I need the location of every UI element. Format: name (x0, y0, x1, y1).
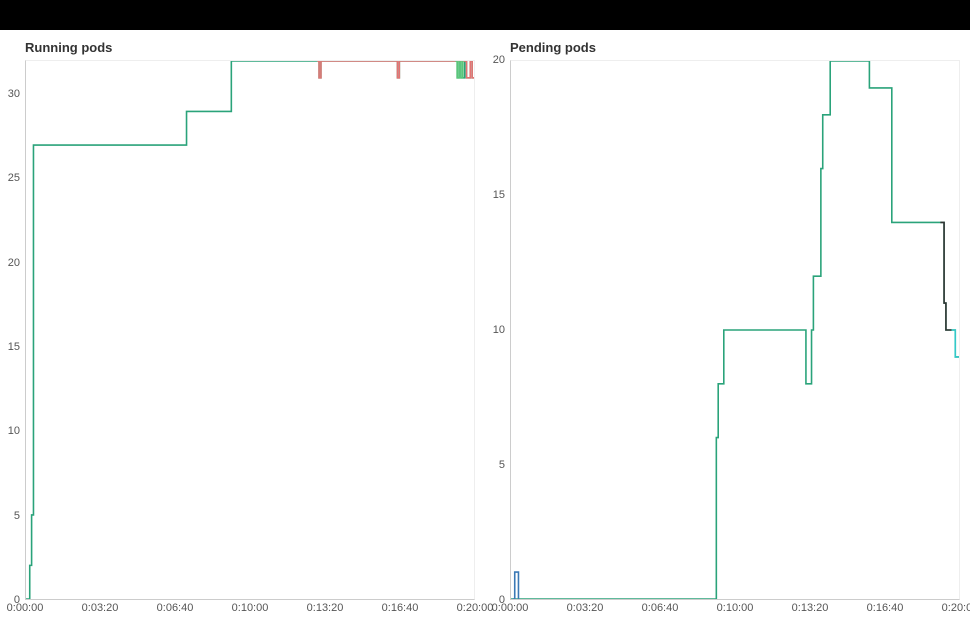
y-tick-label: 30 (0, 88, 20, 100)
x-tick-label: 0:06:40 (157, 602, 194, 614)
x-tick-label: 0:03:20 (567, 602, 604, 614)
charts-container: Running pods 051015202530 0:00:000:03:20… (0, 30, 970, 630)
x-tick-label: 0:00:00 (7, 602, 44, 614)
y-tick-label: 20 (485, 54, 505, 66)
series-line (513, 572, 519, 599)
series-line (317, 61, 474, 78)
y-tick-label: 15 (485, 189, 505, 201)
series-line (26, 61, 474, 599)
y-tick-label: 10 (0, 425, 20, 437)
x-tick-label: 0:06:40 (642, 602, 679, 614)
x-tick-label: 0:13:20 (307, 602, 344, 614)
y-axis-labels: 051015202530 (0, 60, 22, 600)
y-tick-label: 10 (485, 324, 505, 336)
chart-running-pods: Running pods 051015202530 0:00:000:03:20… (0, 30, 485, 630)
y-tick-label: 25 (0, 172, 20, 184)
y-axis-labels: 05101520 (485, 60, 507, 600)
series-line (455, 61, 462, 78)
x-tick-label: 0:00:00 (492, 602, 529, 614)
chart-title: Pending pods (510, 40, 596, 55)
x-tick-label: 0:16:40 (382, 602, 419, 614)
y-tick-label: 5 (0, 510, 20, 522)
y-tick-label: 5 (485, 459, 505, 471)
series-line (952, 330, 959, 357)
y-tick-label: 20 (0, 257, 20, 269)
chart-pending-pods: Pending pods 05101520 0:00:000:03:200:06… (485, 30, 970, 630)
plot-area (25, 60, 475, 600)
plot-svg (511, 61, 959, 599)
x-axis-labels: 0:00:000:03:200:06:400:10:000:13:200:16:… (510, 602, 960, 622)
x-tick-label: 0:13:20 (792, 602, 829, 614)
series-line (511, 61, 959, 599)
y-tick-label: 15 (0, 341, 20, 353)
x-tick-label: 0:03:20 (82, 602, 119, 614)
x-tick-label: 0:20:00 (942, 602, 970, 614)
chart-title: Running pods (25, 40, 112, 55)
x-tick-label: 0:10:00 (232, 602, 269, 614)
x-tick-label: 0:10:00 (717, 602, 754, 614)
plot-area (510, 60, 960, 600)
plot-svg (26, 61, 474, 599)
x-axis-labels: 0:00:000:03:200:06:400:10:000:13:200:16:… (25, 602, 475, 622)
window-topbar (0, 0, 970, 30)
series-line (940, 222, 951, 330)
x-tick-label: 0:16:40 (867, 602, 904, 614)
